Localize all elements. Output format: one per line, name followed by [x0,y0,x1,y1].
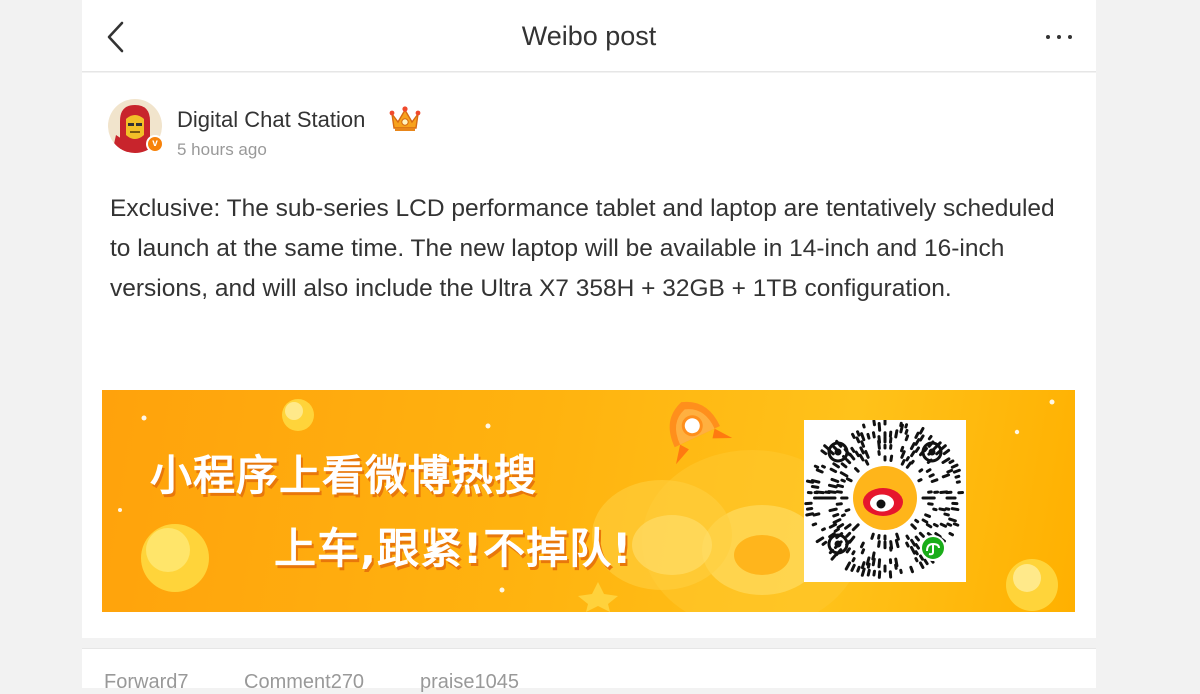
more-dot-icon [1046,35,1050,39]
qr-code [804,420,966,582]
weibo-post-page: Weibo post v Digital Chat [82,0,1096,675]
banner-headline: 小程序上看微博热搜 [150,442,537,503]
post-text: Exclusive: The sub-series LCD performanc… [110,189,1078,309]
page-title: Weibo post [82,20,1096,52]
like-button[interactable]: praise1045 [420,671,519,694]
top-bar: Weibo post [82,0,1096,72]
mini-program-banner[interactable]: 小程序上看微博热搜 上车,跟紧!不掉队! [102,390,1075,612]
author-name[interactable]: Digital Chat Station [177,107,365,133]
qr-code-pattern [804,420,966,582]
post-stats-bar: Forward7 Comment270 praise1045 [82,648,1096,688]
comment-button[interactable]: Comment270 [244,671,364,694]
more-dot-icon [1068,35,1072,39]
banner-subline: 上车,跟紧!不掉队! [274,515,632,576]
post-time: 5 hours ago [177,140,267,160]
crown-icon [388,104,422,134]
verified-badge: v [146,135,164,153]
forward-button[interactable]: Forward7 [104,671,188,694]
more-dot-icon [1057,35,1061,39]
more-options-button[interactable] [1044,22,1074,52]
post-card: v Digital Chat Station 5 hours ago Exclu… [82,73,1096,638]
